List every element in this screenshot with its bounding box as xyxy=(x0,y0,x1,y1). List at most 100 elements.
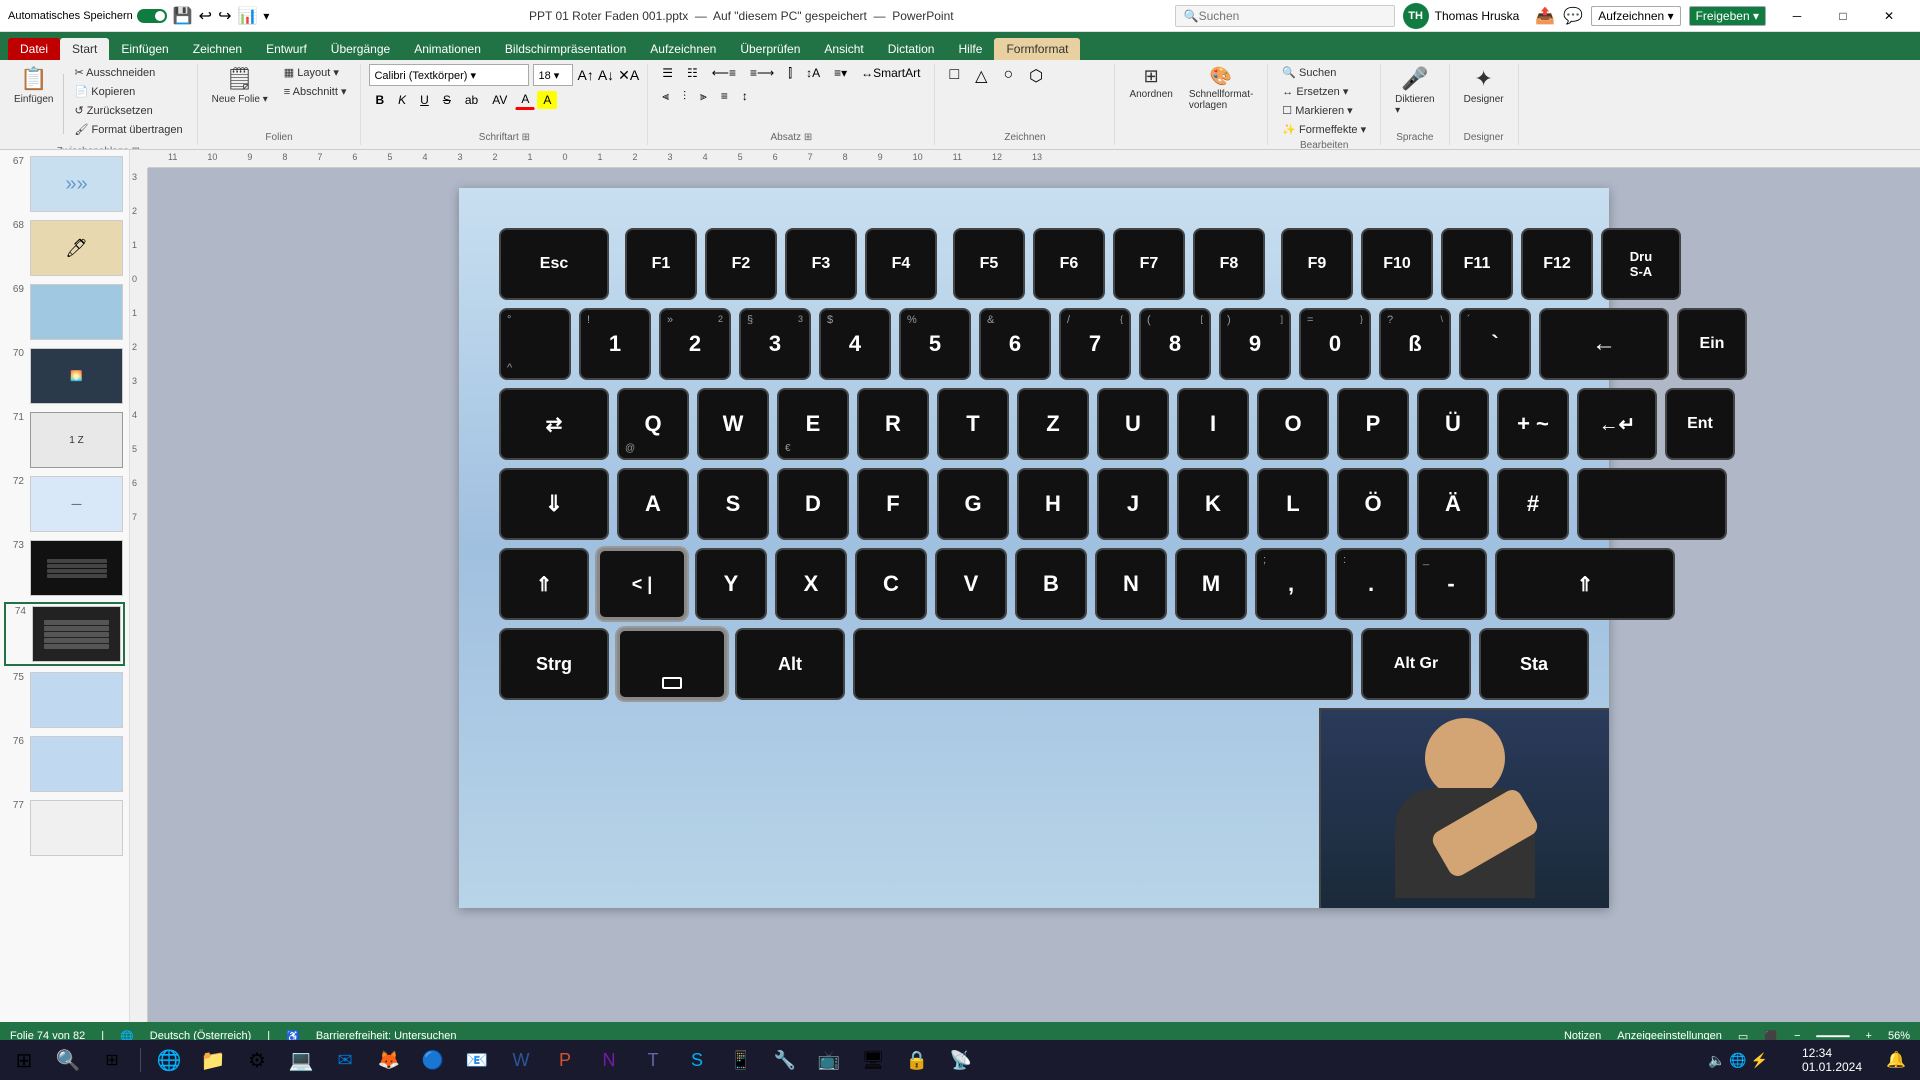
key-f1[interactable]: F1 xyxy=(625,228,697,300)
btn-format-uebertragen[interactable]: 🖌 Format übertragen xyxy=(68,121,188,138)
align-justify-button[interactable]: ≡ xyxy=(715,87,734,106)
convert-smartart-button[interactable]: ↔SmartArt xyxy=(855,64,926,83)
key-a[interactable]: A xyxy=(617,468,689,540)
app1-button[interactable]: 📱 xyxy=(721,1040,761,1080)
slide-item-69[interactable]: 69 xyxy=(4,282,125,342)
explorer-button[interactable]: 📁 xyxy=(193,1040,233,1080)
notification-button[interactable]: 🔔 xyxy=(1876,1040,1916,1080)
powerpoint-button[interactable]: P xyxy=(545,1040,585,1080)
btn-neue-folie[interactable]: 🗒 Neue Folie ▾ xyxy=(206,64,274,107)
btn-designer[interactable]: ✦ Designer xyxy=(1458,64,1510,107)
slide-thumb-71[interactable]: 1 Z xyxy=(30,412,123,468)
minimize-button[interactable]: ─ xyxy=(1774,0,1820,32)
key-f11[interactable]: F11 xyxy=(1441,228,1513,300)
tab-uebergaenge[interactable]: Übergänge xyxy=(319,38,402,60)
tab-formformat[interactable]: Formformat xyxy=(994,38,1080,60)
key-esc[interactable]: Esc xyxy=(499,228,609,300)
key-tab[interactable]: ⇄ xyxy=(499,388,609,460)
save-icon[interactable]: 💾 xyxy=(173,6,193,26)
maximize-button[interactable]: □ xyxy=(1820,0,1866,32)
key-enter-big[interactable] xyxy=(1577,468,1727,540)
key-f3[interactable]: F3 xyxy=(785,228,857,300)
comments-icon[interactable]: 💬 xyxy=(1563,6,1583,26)
key-m[interactable]: M xyxy=(1175,548,1247,620)
key-d[interactable]: D xyxy=(777,468,849,540)
key-ent[interactable]: Ent xyxy=(1665,388,1735,460)
underline-button[interactable]: U xyxy=(414,91,435,109)
btn-einfuegen[interactable]: 📋 Einfügen xyxy=(8,64,59,107)
app5-button[interactable]: 🔒 xyxy=(897,1040,937,1080)
tab-animationen[interactable]: Animationen xyxy=(402,38,493,60)
columns-button[interactable]: ⫿ xyxy=(782,64,798,83)
search-button[interactable]: 🔍 xyxy=(48,1040,88,1080)
key-space[interactable] xyxy=(853,628,1353,700)
slide-item-76[interactable]: 76 xyxy=(4,734,125,794)
more-options-icon[interactable]: ▾ xyxy=(263,9,269,23)
app2-button[interactable]: 🔧 xyxy=(765,1040,805,1080)
bold-button[interactable]: B xyxy=(369,91,390,109)
increase-indent-button[interactable]: ≡⟶ xyxy=(744,64,780,83)
key-9[interactable]: ) 9 ] xyxy=(1219,308,1291,380)
key-g[interactable]: G xyxy=(937,468,1009,540)
key-caps[interactable]: ⇓ xyxy=(499,468,609,540)
decrease-indent-button[interactable]: ⟵≡ xyxy=(706,64,742,83)
onenote-button[interactable]: N xyxy=(589,1040,629,1080)
key-b[interactable]: B xyxy=(1015,548,1087,620)
key-shift-right[interactable]: ⇑ xyxy=(1495,548,1675,620)
key-win[interactable] xyxy=(617,628,727,700)
slide-thumb-70[interactable]: 🌅 xyxy=(30,348,123,404)
word-button[interactable]: W xyxy=(501,1040,541,1080)
key-alt-left[interactable]: Alt xyxy=(735,628,845,700)
key-f4[interactable]: F4 xyxy=(865,228,937,300)
slide-thumb-67[interactable]: »» xyxy=(30,156,123,212)
key-minus[interactable]: _ - xyxy=(1415,548,1487,620)
char-spacing-button[interactable]: AV xyxy=(486,91,513,109)
slide-thumb-68[interactable]: 🖊 xyxy=(30,220,123,276)
pc-button[interactable]: 💻 xyxy=(281,1040,321,1080)
tab-entwurf[interactable]: Entwurf xyxy=(254,38,319,60)
key-k[interactable]: K xyxy=(1177,468,1249,540)
key-u[interactable]: U xyxy=(1097,388,1169,460)
skype-button[interactable]: S xyxy=(677,1040,717,1080)
key-caret[interactable]: ° ^ xyxy=(499,308,571,380)
key-backspace[interactable]: ← xyxy=(1539,308,1669,380)
tab-einfuegen[interactable]: Einfügen xyxy=(109,38,180,60)
slide-thumb-77[interactable] xyxy=(30,800,123,856)
key-shift-left[interactable]: ⇑ xyxy=(499,548,589,620)
key-x[interactable]: X xyxy=(775,548,847,620)
key-hash[interactable]: # xyxy=(1497,468,1569,540)
key-sta[interactable]: Sta xyxy=(1479,628,1589,700)
tab-datei[interactable]: Datei xyxy=(8,38,60,60)
key-f6[interactable]: F6 xyxy=(1033,228,1105,300)
tab-bildschirmpraesentiation[interactable]: Bildschirmpräsentation xyxy=(493,38,638,60)
share-button[interactable]: Freigeben ▾ xyxy=(1689,6,1766,26)
key-c[interactable]: C xyxy=(855,548,927,620)
start-button[interactable]: ⊞ xyxy=(4,1040,44,1080)
record-button[interactable]: Aufzeichnen ▾ xyxy=(1591,6,1680,26)
slide-thumb-75[interactable] xyxy=(30,672,123,728)
slide-item-68[interactable]: 68 🖊 xyxy=(4,218,125,278)
close-button[interactable]: ✕ xyxy=(1866,0,1912,32)
italic-button[interactable]: K xyxy=(392,91,412,109)
btn-diktieren[interactable]: 🎤 Diktieren▾ xyxy=(1389,64,1440,118)
decrease-font-icon[interactable]: A↓ xyxy=(598,67,614,83)
key-f[interactable]: F xyxy=(857,468,929,540)
btn-markieren[interactable]: ☐ Markieren ▾ xyxy=(1276,102,1372,119)
shape-btn-4[interactable]: ⬡ xyxy=(1023,64,1049,88)
app6-button[interactable]: 📡 xyxy=(941,1040,981,1080)
key-f7[interactable]: F7 xyxy=(1113,228,1185,300)
shadow-button[interactable]: ab xyxy=(459,91,484,109)
align-right-button[interactable]: ⫸ xyxy=(694,87,713,106)
search-input[interactable] xyxy=(1199,9,1386,23)
align-center-button[interactable]: ⫶ xyxy=(677,87,692,106)
key-plus[interactable]: + ~ xyxy=(1497,388,1569,460)
clock[interactable]: 12:3401.01.2024 xyxy=(1792,1040,1872,1080)
key-oe[interactable]: Ö xyxy=(1337,468,1409,540)
clear-format-icon[interactable]: ✕A xyxy=(618,67,639,84)
key-6[interactable]: & 6 xyxy=(979,308,1051,380)
tab-aufzeichnen[interactable]: Aufzeichnen xyxy=(638,38,728,60)
redo-icon[interactable]: ↪ xyxy=(218,6,231,26)
key-question[interactable]: ? ß \ xyxy=(1379,308,1451,380)
key-s[interactable]: S xyxy=(697,468,769,540)
slide-item-70[interactable]: 70 🌅 xyxy=(4,346,125,406)
